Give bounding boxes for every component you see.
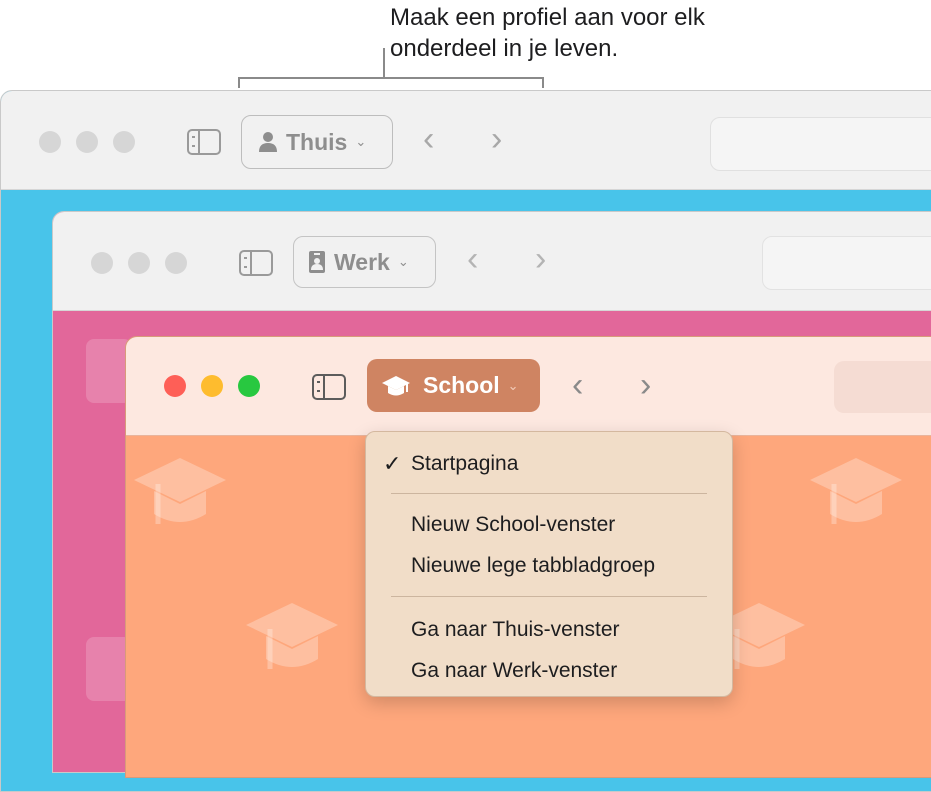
sidebar-toggle-icon[interactable]: [239, 250, 273, 276]
zoom-button[interactable]: [165, 252, 187, 274]
minimize-button[interactable]: [76, 131, 98, 153]
profile-menu: ✓ Startpagina Nieuw School-venster Nieuw…: [365, 431, 733, 697]
traffic-lights: [39, 131, 135, 153]
toolbar-werk: Werk ⌄ ‹ ›: [53, 212, 931, 311]
back-button[interactable]: ‹: [572, 368, 583, 402]
address-bar[interactable]: [762, 236, 931, 290]
close-button[interactable]: [39, 131, 61, 153]
callout-pointer: [383, 48, 385, 78]
zoom-button[interactable]: [238, 375, 260, 397]
profile-label: School: [423, 372, 500, 398]
profile-label: Werk: [334, 248, 390, 275]
graduation-cap-watermark-icon: [246, 603, 338, 669]
forward-button[interactable]: ›: [535, 242, 546, 276]
forward-button[interactable]: ›: [491, 122, 502, 156]
graduation-cap-icon: [382, 375, 410, 395]
id-badge-icon: [309, 251, 325, 273]
toolbar-school: School ⌄ ‹ ›: [126, 337, 931, 436]
sidebar-toggle-icon[interactable]: [187, 129, 221, 155]
close-button[interactable]: [91, 252, 113, 274]
callout-text: Maak een profiel aan voor elk onderdeel …: [390, 2, 810, 64]
menu-item-new-school-window[interactable]: Nieuw School-venster: [411, 513, 615, 537]
back-button[interactable]: ‹: [423, 122, 434, 156]
chevron-down-icon: ⌄: [355, 134, 367, 149]
back-button[interactable]: ‹: [467, 242, 478, 276]
profile-button-werk[interactable]: Werk ⌄: [293, 236, 436, 288]
toolbar-thuis: Thuis ⌄ ‹ ›: [1, 91, 931, 190]
profile-label: Thuis: [286, 128, 348, 155]
callout-bracket: [238, 77, 544, 88]
profile-button-thuis[interactable]: Thuis ⌄: [241, 115, 393, 169]
callout-line-1: Maak een profiel aan voor elk: [390, 4, 705, 31]
chevron-down-icon: ⌄: [507, 377, 519, 393]
close-button[interactable]: [164, 375, 186, 397]
minimize-button[interactable]: [128, 252, 150, 274]
person-icon: [259, 132, 277, 152]
callout-line-2: onderdeel in je leven.: [390, 35, 619, 62]
forward-button[interactable]: ›: [640, 368, 651, 402]
minimize-button[interactable]: [201, 375, 223, 397]
profile-button-school[interactable]: School ⌄: [367, 359, 540, 412]
graduation-cap-watermark-icon: [134, 458, 226, 524]
menu-item-new-empty-tab-group[interactable]: Nieuwe lege tabbladgroep: [411, 554, 655, 578]
address-bar[interactable]: [834, 361, 931, 413]
menu-item-startpagina[interactable]: Startpagina: [411, 452, 518, 476]
chevron-down-icon: ⌄: [397, 254, 409, 269]
address-bar[interactable]: [710, 117, 931, 171]
checkmark-icon: ✓: [383, 451, 402, 476]
graduation-cap-watermark-icon: [810, 458, 902, 524]
traffic-lights: [91, 252, 187, 274]
menu-item-go-to-thuis-window[interactable]: Ga naar Thuis-venster: [411, 618, 620, 642]
zoom-button[interactable]: [113, 131, 135, 153]
menu-item-go-to-werk-window[interactable]: Ga naar Werk-venster: [411, 659, 617, 683]
sidebar-toggle-icon[interactable]: [312, 374, 346, 400]
menu-separator: [391, 493, 707, 494]
menu-separator: [391, 596, 707, 597]
traffic-lights: [164, 375, 260, 397]
